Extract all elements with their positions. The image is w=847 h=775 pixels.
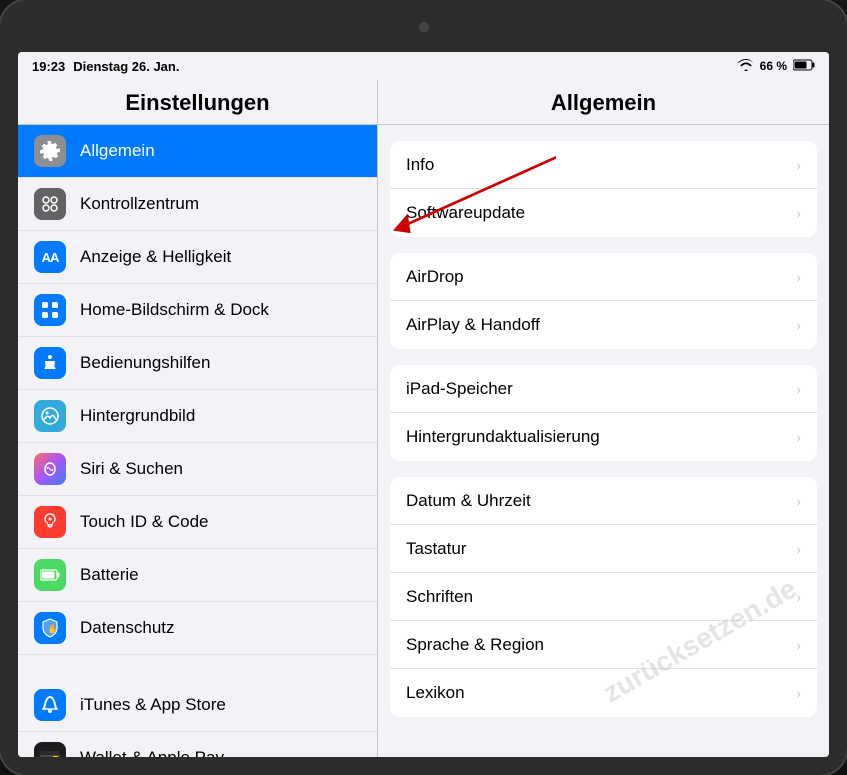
airplay-label: AirPlay & Handoff: [406, 315, 788, 335]
allgemein-icon: [34, 135, 66, 167]
sidebar: Einstellungen Allgemein: [18, 80, 378, 757]
airdrop-label: AirDrop: [406, 267, 788, 287]
siri-icon: [34, 453, 66, 485]
status-left: 19:23 Dienstag 26. Jan.: [32, 59, 179, 74]
info-chevron: ›: [796, 157, 801, 173]
lexikon-chevron: ›: [796, 685, 801, 701]
siri-label: Siri & Suchen: [80, 459, 183, 479]
itunes-label: iTunes & App Store: [80, 695, 226, 715]
settings-row-airplay[interactable]: AirPlay & Handoff ›: [390, 301, 817, 349]
right-title: Allgemein: [394, 90, 813, 116]
status-bar: 19:23 Dienstag 26. Jan. 66 %: [18, 52, 829, 80]
bedienungshilfen-icon: [34, 347, 66, 379]
softwareupdate-label: Softwareupdate: [406, 203, 788, 223]
batterie-label: Batterie: [80, 565, 139, 585]
datenschutz-icon: ✋: [34, 612, 66, 644]
sidebar-item-allgemein[interactable]: Allgemein: [18, 125, 377, 178]
kontrollzentrum-label: Kontrollzentrum: [80, 194, 199, 214]
hintergrundbild-label: Hintergrundbild: [80, 406, 195, 426]
sidebar-title: Einstellungen: [34, 90, 361, 116]
wallet-icon: [34, 742, 66, 757]
settings-content: Info › Softwareupdate › AirDrop ›: [378, 125, 829, 749]
settings-group-3: iPad-Speicher › Hintergrundaktualisierun…: [390, 365, 817, 461]
hintergrundbild-icon: [34, 400, 66, 432]
sidebar-gap-1: [18, 655, 377, 679]
schriften-chevron: ›: [796, 589, 801, 605]
home-icon: [34, 294, 66, 326]
ipad-screen: 19:23 Dienstag 26. Jan. 66 %: [18, 52, 829, 757]
info-label: Info: [406, 155, 788, 175]
datenschutz-label: Datenschutz: [80, 618, 175, 638]
allgemein-label: Allgemein: [80, 141, 155, 161]
itunes-icon: [34, 689, 66, 721]
tastatur-chevron: ›: [796, 541, 801, 557]
sidebar-item-datenschutz[interactable]: ✋ Datenschutz: [18, 602, 377, 655]
tastatur-label: Tastatur: [406, 539, 788, 559]
datum-chevron: ›: [796, 493, 801, 509]
sidebar-item-wallet[interactable]: Wallet & Apple Pay: [18, 732, 377, 757]
home-label: Home-Bildschirm & Dock: [80, 300, 269, 320]
settings-row-sprache[interactable]: Sprache & Region ›: [390, 621, 817, 669]
settings-row-hintergrundaktualisierung[interactable]: Hintergrundaktualisierung ›: [390, 413, 817, 461]
softwareupdate-chevron: ›: [796, 205, 801, 221]
battery-icon: [793, 59, 815, 74]
sidebar-items: Allgemein Kontrollzentrum: [18, 125, 377, 757]
sidebar-item-siri[interactable]: Siri & Suchen: [18, 443, 377, 496]
sidebar-item-anzeige[interactable]: AA Anzeige & Helligkeit: [18, 231, 377, 284]
sidebar-item-itunes[interactable]: iTunes & App Store: [18, 679, 377, 732]
hintergrundaktualisierung-label: Hintergrundaktualisierung: [406, 427, 788, 447]
battery-percentage: 66 %: [760, 59, 787, 73]
anzeige-icon: AA: [34, 241, 66, 273]
sidebar-item-batterie[interactable]: Batterie: [18, 549, 377, 602]
settings-row-tastatur[interactable]: Tastatur ›: [390, 525, 817, 573]
ipad-frame: 19:23 Dienstag 26. Jan. 66 %: [0, 0, 847, 775]
ipad-speicher-label: iPad-Speicher: [406, 379, 788, 399]
settings-row-airdrop[interactable]: AirDrop ›: [390, 253, 817, 301]
settings-row-ipad-speicher[interactable]: iPad-Speicher ›: [390, 365, 817, 413]
camera: [419, 22, 429, 32]
main-content: Einstellungen Allgemein: [18, 80, 829, 757]
kontrollzentrum-icon: [34, 188, 66, 220]
sidebar-item-kontrollzentrum[interactable]: Kontrollzentrum: [18, 178, 377, 231]
date: Dienstag 26. Jan.: [73, 59, 179, 74]
settings-row-schriften[interactable]: Schriften ›: [390, 573, 817, 621]
settings-row-softwareupdate[interactable]: Softwareupdate ›: [390, 189, 817, 237]
sidebar-item-home[interactable]: Home-Bildschirm & Dock: [18, 284, 377, 337]
sprache-chevron: ›: [796, 637, 801, 653]
ipad-speicher-chevron: ›: [796, 381, 801, 397]
sprache-label: Sprache & Region: [406, 635, 788, 655]
lexikon-label: Lexikon: [406, 683, 788, 703]
sidebar-item-touchid[interactable]: Touch ID & Code: [18, 496, 377, 549]
batterie-icon: [34, 559, 66, 591]
settings-group-1: Info › Softwareupdate ›: [390, 141, 817, 237]
svg-text:✋: ✋: [47, 623, 58, 634]
touchid-icon: [34, 506, 66, 538]
sidebar-item-bedienungshilfen[interactable]: Bedienungshilfen: [18, 337, 377, 390]
settings-row-info[interactable]: Info ›: [390, 141, 817, 189]
right-header: Allgemein: [378, 80, 829, 125]
time: 19:23: [32, 59, 65, 74]
settings-row-lexikon[interactable]: Lexikon ›: [390, 669, 817, 717]
settings-group-4: Datum & Uhrzeit › Tastatur › Schriften ›: [390, 477, 817, 717]
settings-group-2: AirDrop › AirPlay & Handoff ›: [390, 253, 817, 349]
wifi-icon: [738, 59, 754, 74]
airdrop-chevron: ›: [796, 269, 801, 285]
settings-row-datum[interactable]: Datum & Uhrzeit ›: [390, 477, 817, 525]
schriften-label: Schriften: [406, 587, 788, 607]
airplay-chevron: ›: [796, 317, 801, 333]
hintergrundaktualisierung-chevron: ›: [796, 429, 801, 445]
status-right: 66 %: [738, 59, 815, 74]
sidebar-header: Einstellungen: [18, 80, 377, 125]
sidebar-item-hintergrundbild[interactable]: Hintergrundbild: [18, 390, 377, 443]
anzeige-label: Anzeige & Helligkeit: [80, 247, 231, 267]
touchid-label: Touch ID & Code: [80, 512, 209, 532]
bedienungshilfen-label: Bedienungshilfen: [80, 353, 210, 373]
datum-label: Datum & Uhrzeit: [406, 491, 788, 511]
right-panel: Allgemein Info › Softwareupdate ›: [378, 80, 829, 757]
wallet-label: Wallet & Apple Pay: [80, 748, 224, 757]
